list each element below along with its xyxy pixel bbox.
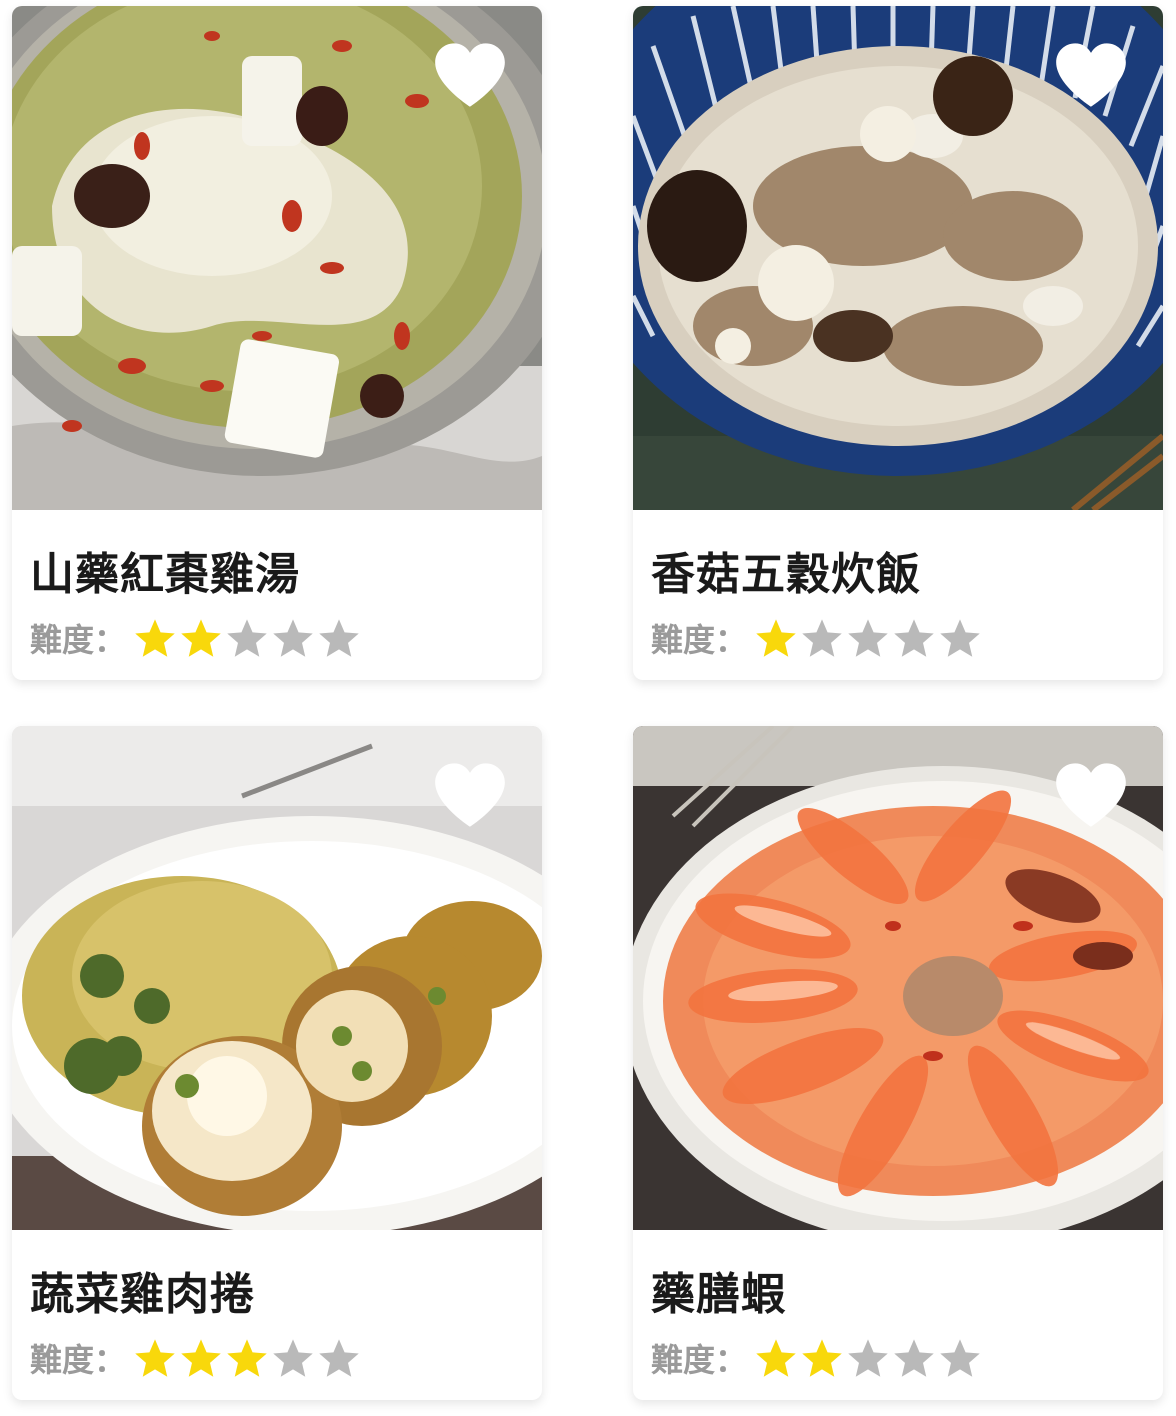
star-filled-icon	[181, 1339, 221, 1377]
recipe-title[interactable]: 蔬菜雞肉捲	[30, 1258, 255, 1322]
difficulty-rating: 難度：	[30, 616, 362, 660]
star-rating	[753, 616, 983, 660]
star-empty-icon	[227, 619, 267, 657]
star-filled-icon	[756, 619, 796, 657]
star-filled-icon	[227, 1339, 267, 1377]
recipe-image-mushroom-rice[interactable]	[633, 6, 1163, 510]
star-empty-icon	[273, 1339, 313, 1377]
difficulty-rating: 難度：	[30, 1336, 362, 1380]
star-empty-icon	[319, 1339, 359, 1377]
difficulty-label: 難度：	[651, 1341, 748, 1379]
recipe-title[interactable]: 藥膳蝦	[651, 1258, 786, 1322]
recipe-card[interactable]: 山藥紅棗雞湯 難度：	[12, 6, 542, 680]
recipe-title[interactable]: 香菇五穀炊飯	[651, 538, 921, 602]
star-empty-icon	[848, 1339, 888, 1377]
favorite-heart-icon[interactable]	[1053, 40, 1129, 110]
favorite-heart-icon[interactable]	[1053, 760, 1129, 830]
star-empty-icon	[802, 619, 842, 657]
star-filled-icon	[135, 619, 175, 657]
recipe-image-chicken-soup[interactable]	[12, 6, 542, 510]
recipe-title[interactable]: 山藥紅棗雞湯	[30, 538, 300, 602]
difficulty-label: 難度：	[30, 1341, 127, 1379]
star-empty-icon	[940, 619, 980, 657]
recipe-image-chicken-roll[interactable]	[12, 726, 542, 1230]
recipe-card[interactable]: 香菇五穀炊飯 難度：	[633, 6, 1163, 680]
star-empty-icon	[319, 619, 359, 657]
difficulty-label: 難度：	[30, 621, 127, 659]
recipe-card[interactable]: 藥膳蝦 難度：	[633, 726, 1163, 1400]
star-empty-icon	[273, 619, 313, 657]
star-rating	[132, 1336, 362, 1380]
star-empty-icon	[940, 1339, 980, 1377]
difficulty-label: 難度：	[651, 621, 748, 659]
star-filled-icon	[135, 1339, 175, 1377]
star-rating	[132, 616, 362, 660]
star-filled-icon	[802, 1339, 842, 1377]
favorite-heart-icon[interactable]	[432, 40, 508, 110]
star-empty-icon	[894, 619, 934, 657]
difficulty-rating: 難度：	[651, 1336, 983, 1380]
difficulty-rating: 難度：	[651, 616, 983, 660]
star-filled-icon	[756, 1339, 796, 1377]
star-rating	[753, 1336, 983, 1380]
star-empty-icon	[894, 1339, 934, 1377]
favorite-heart-icon[interactable]	[432, 760, 508, 830]
star-empty-icon	[848, 619, 888, 657]
recipe-card[interactable]: 蔬菜雞肉捲 難度：	[12, 726, 542, 1400]
star-filled-icon	[181, 619, 221, 657]
recipe-image-herbal-shrimp[interactable]	[633, 726, 1163, 1230]
